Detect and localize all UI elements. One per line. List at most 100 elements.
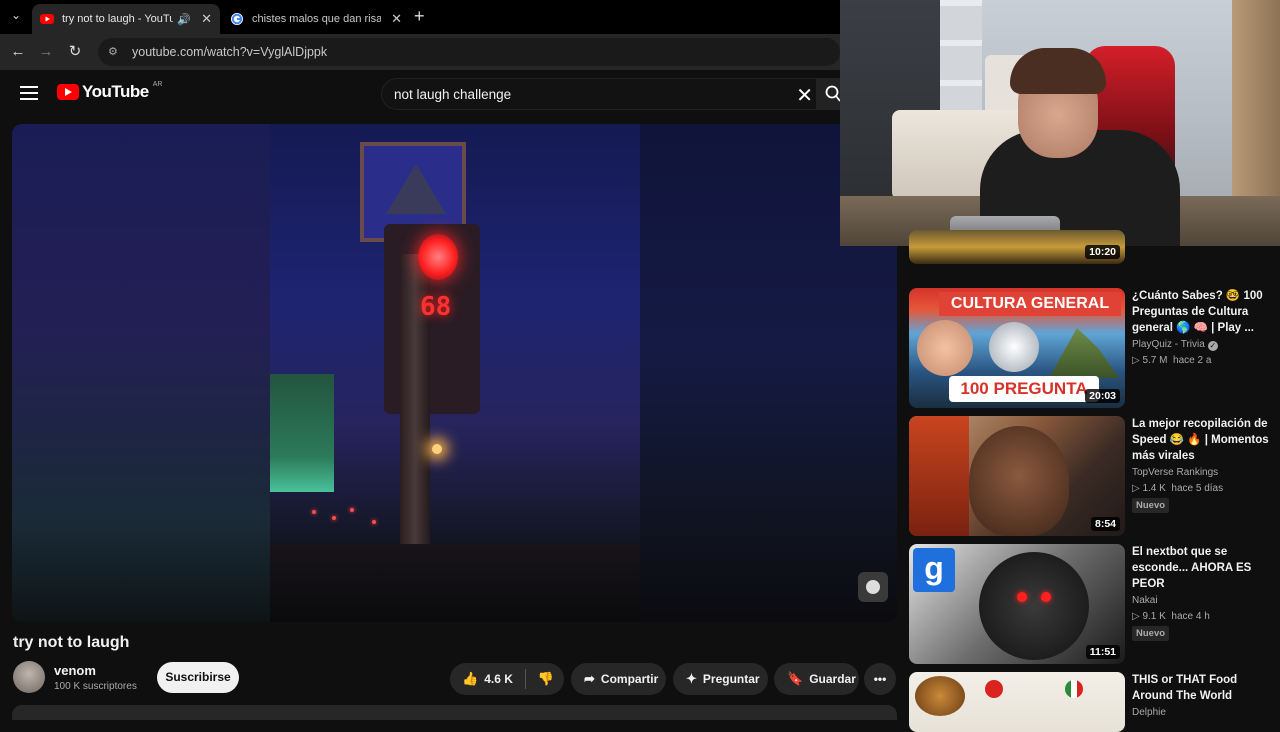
duration-badge: 10:20 [1085, 245, 1120, 259]
channel-name-text: PlayQuiz - Trivia [1132, 339, 1205, 350]
thumbnail-text: 100 PREGUNTA [949, 376, 1099, 402]
astronaut-image [989, 322, 1039, 372]
video-title[interactable]: THIS or THAT Food Around The World [1132, 672, 1272, 704]
video-title: try not to laugh [13, 634, 130, 651]
search-button[interactable] [816, 78, 841, 110]
site-info-icon[interactable]: ⚙ [108, 45, 122, 59]
tab-title: chistes malos que dan risa - Bu [252, 13, 382, 25]
channel-name[interactable]: Delphie [1132, 707, 1166, 718]
share-label: Compartir [600, 672, 659, 686]
street [270, 544, 640, 622]
back-arrow-icon[interactable]: ← [8, 42, 28, 62]
video-thumbnail[interactable]: g 11:51 [909, 544, 1125, 664]
new-badge: Nuevo [1132, 498, 1170, 513]
thumbnail-text: CULTURA GENERAL [939, 292, 1121, 316]
youtube-favicon-icon [40, 14, 54, 24]
mountain-image [1049, 328, 1119, 378]
upload-age: hace 2 a [1173, 355, 1212, 366]
channel-name[interactable]: venom [54, 663, 96, 678]
close-tab-icon[interactable]: ✕ [391, 11, 402, 27]
ask-button[interactable]: ✦ Preguntar [673, 663, 768, 695]
thumbs-up-icon[interactable]: 👍 [462, 671, 478, 687]
tab-search-chevron-icon[interactable]: ⌄ [6, 8, 26, 26]
duration-badge: 11:51 [1085, 645, 1120, 659]
bookmark-icon: 🔖 [787, 671, 804, 686]
new-badge: Nuevo [1132, 626, 1170, 641]
tomato-image [985, 680, 1003, 698]
duration-badge: 8:54 [1090, 517, 1120, 531]
youtube-logo[interactable]: YouTube AR [57, 80, 163, 102]
channel-avatar[interactable] [13, 661, 45, 693]
video-thumbnail[interactable] [909, 672, 1125, 732]
reload-icon[interactable]: ↻ [65, 42, 85, 62]
red-eye [1041, 592, 1051, 602]
save-button[interactable]: 🔖 Guardar [774, 663, 859, 695]
tab-youtube[interactable]: try not to laugh - YouTube 🔊 ✕ [32, 4, 220, 34]
speaker-icon[interactable]: 🔊 [177, 13, 191, 26]
video-frame-left [12, 124, 270, 622]
menu-icon[interactable] [20, 86, 38, 100]
italy-flag-icon [1065, 680, 1083, 698]
subscribe-button[interactable]: Suscribirse [157, 662, 239, 693]
google-favicon-icon [231, 13, 243, 25]
upload-age: hace 5 días [1171, 483, 1224, 494]
channel-name[interactable]: Nakai [1132, 595, 1158, 606]
upload-age: hace 4 h [1171, 611, 1210, 622]
video-thumbnail[interactable]: 8:54 [909, 416, 1125, 536]
description-box[interactable] [12, 705, 897, 720]
save-label: Guardar [809, 672, 856, 686]
red-light [418, 234, 458, 280]
video-meta: ▷ 9.1 K hace 4 h [1132, 611, 1210, 622]
list-item[interactable]: CULTURA GENERAL 100 PREGUNTA 20:03 ¿Cuán… [909, 288, 1280, 412]
video-meta: ▷ 1.4 K hace 5 días [1132, 483, 1224, 494]
video-meta: ▷ 5.7 M hace 2 a [1132, 355, 1212, 366]
nextbot-image [979, 552, 1089, 660]
divider [524, 669, 526, 689]
logo-text: YouTube [82, 82, 149, 101]
list-item[interactable]: 8:54 La mejor recopilación de Speed 😂 🔥 … [909, 416, 1280, 540]
more-icon: ••• [873, 672, 887, 686]
forward-arrow-icon[interactable]: → [36, 42, 56, 62]
search-query: not laugh challenge [394, 87, 512, 102]
url-text: youtube.com/watch?v=VyglAlDjppk [132, 45, 328, 59]
url-field[interactable]: ⚙ youtube.com/watch?v=VyglAlDjppk [98, 38, 840, 66]
person-hair [1010, 48, 1106, 94]
recommendations-sidebar: 10:20 CULTURA GENERAL 100 PREGUNTA 20:03… [909, 230, 1280, 732]
video-thumbnail[interactable]: CULTURA GENERAL 100 PREGUNTA 20:03 [909, 288, 1125, 408]
signal-counter: 68 [420, 292, 452, 322]
search-input[interactable]: not laugh challenge ✕ [381, 78, 821, 110]
video-player[interactable]: 68 [12, 124, 897, 622]
street-light [432, 444, 442, 454]
youtube-play-icon [57, 84, 79, 100]
ask-label: Preguntar [702, 672, 760, 686]
channel-name[interactable]: TopVerse Rankings [1132, 467, 1218, 478]
thumbs-down-icon[interactable]: 👎 [538, 671, 554, 687]
video-title[interactable]: ¿Cuánto Sabes? 🤓 100 Preguntas de Cultur… [1132, 288, 1272, 336]
list-item[interactable]: g 11:51 El nextbot que se esconde... AHO… [909, 544, 1280, 668]
street-sign [270, 374, 334, 492]
close-tab-icon[interactable]: ✕ [201, 11, 212, 27]
like-count[interactable]: 4.6 K [484, 672, 513, 686]
new-tab-icon[interactable]: + [414, 6, 425, 27]
list-item[interactable]: THIS or THAT Food Around The World Delph… [909, 672, 1280, 732]
subscriber-count: 100 K suscriptores [54, 681, 137, 692]
tab-title: try not to laugh - YouTube [62, 13, 174, 25]
tab-google[interactable]: chistes malos que dan risa - Bu ✕ [222, 4, 410, 34]
video-title[interactable]: El nextbot que se esconde... AHORA ES PE… [1132, 544, 1272, 592]
view-count: 9.1 K [1142, 611, 1166, 622]
browser-address-bar: ← → ↻ ⚙ youtube.com/watch?v=VyglAlDjppk [0, 34, 840, 70]
more-actions-button[interactable]: ••• [864, 663, 896, 695]
share-button[interactable]: ➦ Compartir [571, 663, 666, 695]
thumbnail-face [917, 320, 973, 376]
search-icon [825, 85, 841, 102]
player-overlay-button[interactable] [858, 572, 888, 602]
view-count: 5.7 M [1142, 355, 1168, 366]
channel-name[interactable]: PlayQuiz - Trivia ✓ [1132, 339, 1218, 351]
clear-search-icon[interactable]: ✕ [796, 83, 813, 108]
list-item[interactable]: 10:20 [909, 230, 1280, 264]
country-code: AR [152, 80, 163, 88]
video-thumbnail[interactable]: 10:20 [909, 230, 1125, 264]
browser-tab-bar: ⌄ try not to laugh - YouTube 🔊 ✕ chistes… [0, 0, 840, 34]
duration-badge: 20:03 [1085, 389, 1120, 403]
video-title[interactable]: La mejor recopilación de Speed 😂 🔥 | Mom… [1132, 416, 1272, 464]
